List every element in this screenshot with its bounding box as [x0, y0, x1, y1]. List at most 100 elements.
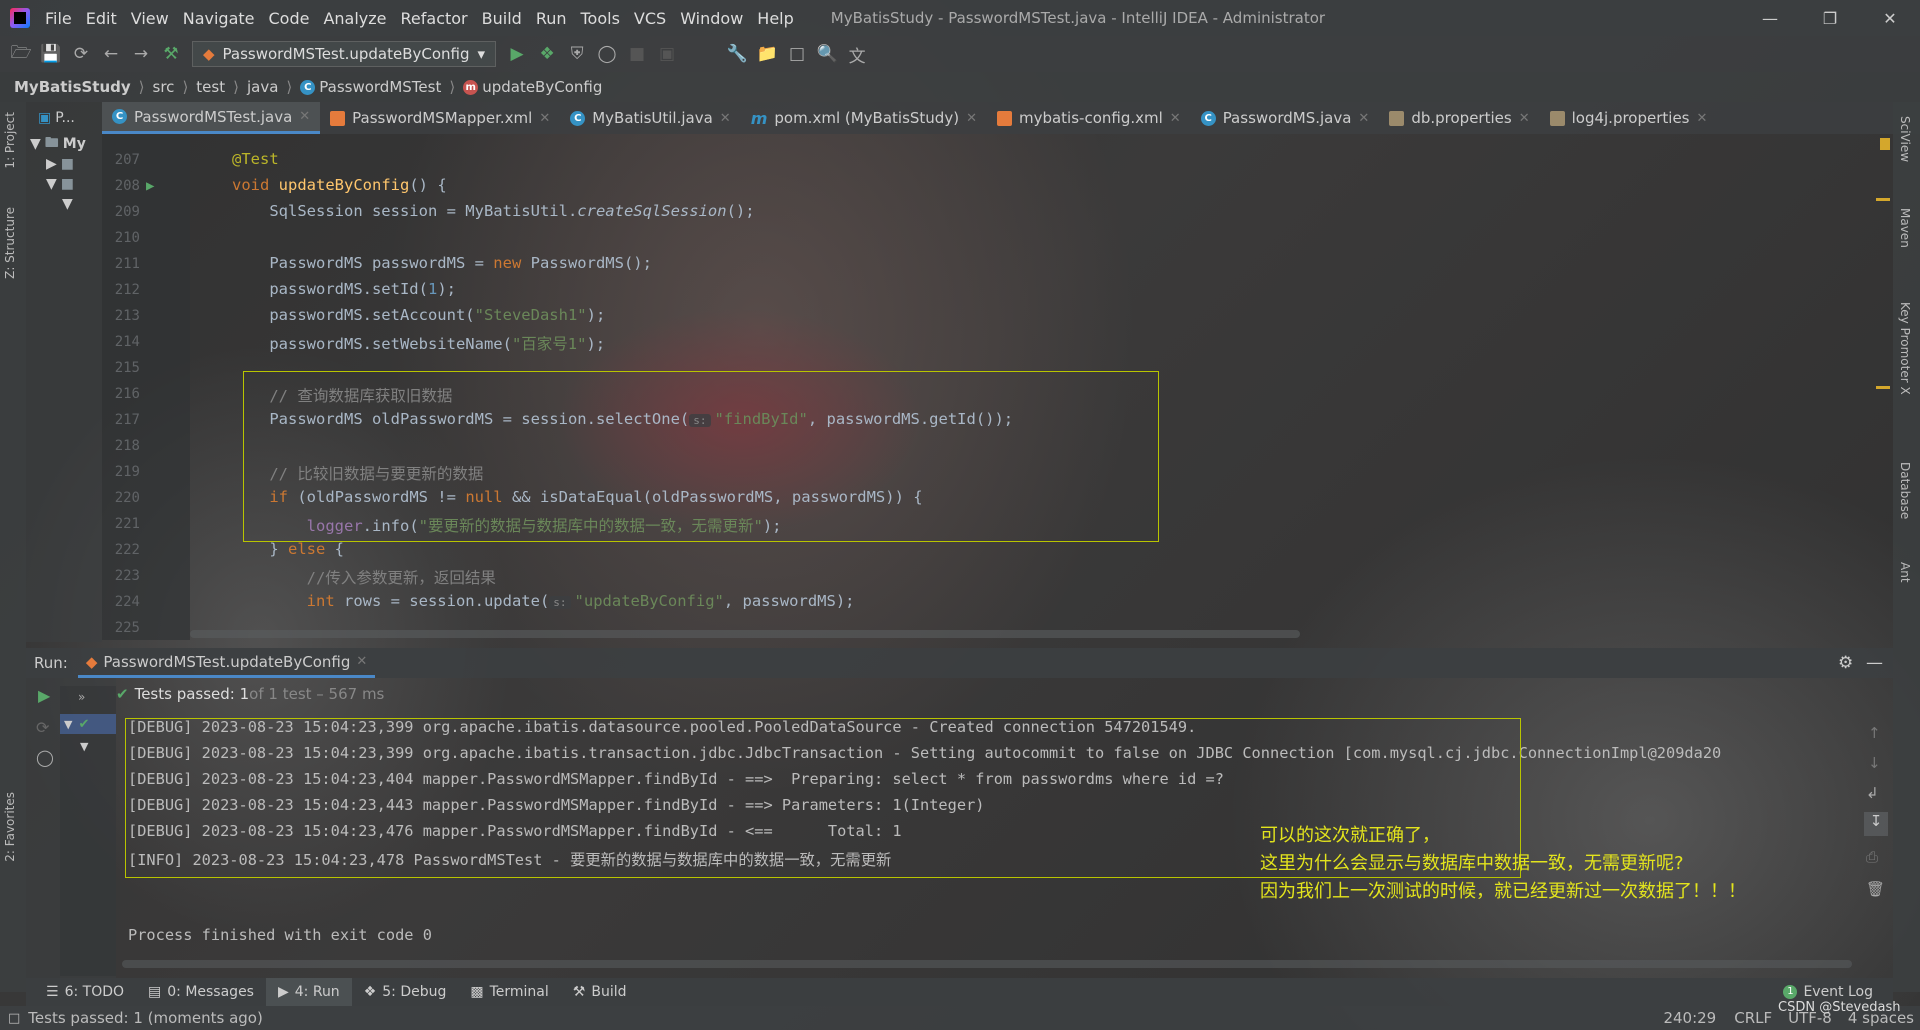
tab-build[interactable]: ⚒ Build [561, 984, 639, 1000]
tab-mybatis-config[interactable]: mybatis-config.xml ✕ [987, 102, 1191, 134]
breadcrumb-src[interactable]: src [153, 78, 175, 96]
horizontal-scrollbar[interactable] [190, 630, 1300, 638]
minimize-icon[interactable]: — [1740, 0, 1800, 36]
tab-db-properties[interactable]: db.properties ✕ [1379, 102, 1539, 134]
tab-passwordmsmapper-xml[interactable]: PasswordMSMapper.xml ✕ [320, 102, 560, 134]
key-promoter-tool-tab[interactable]: Key Promoter X [1898, 302, 1912, 395]
stop-icon[interactable]: ■ [622, 39, 652, 69]
test-tree-root[interactable]: ▼ ✔ [60, 714, 116, 734]
tree-root[interactable]: ▼ 🖿 My [26, 134, 102, 154]
profile-icon[interactable]: ◯ [592, 39, 622, 69]
translate-icon[interactable]: 文 [842, 39, 872, 69]
up-arrow-icon[interactable]: ↑ [1868, 724, 1881, 742]
breadcrumb-test[interactable]: test [196, 78, 225, 96]
favorites-tool-tab[interactable]: 2: Favorites [3, 792, 17, 862]
sciview-tool-tab[interactable]: SciView [1898, 116, 1912, 162]
tab-passwordms[interactable]: C PasswordMS.java ✕ [1191, 102, 1380, 134]
error-stripe-mark[interactable] [1876, 198, 1890, 201]
attach-icon[interactable]: ▣ [652, 39, 682, 69]
print-icon[interactable]: ⎙ [1866, 848, 1878, 866]
line-separator[interactable]: CRLF [1734, 1009, 1772, 1027]
project-tool-tab[interactable]: 1: Project [3, 112, 17, 169]
settings-wrench-icon[interactable]: 🔧 [722, 39, 752, 69]
tree-item[interactable]: ▼ ■ [26, 174, 102, 194]
project-panel-header[interactable]: ▣ P... [26, 102, 102, 134]
toggle-panels-icon[interactable]: □ [8, 1011, 20, 1026]
down-arrow-icon[interactable]: ↓ [1868, 754, 1881, 772]
search-icon[interactable]: 🔍 [812, 39, 842, 69]
forward-icon[interactable]: → [126, 39, 156, 69]
breadcrumb-java[interactable]: java [247, 78, 278, 96]
back-icon[interactable]: ← [96, 39, 126, 69]
maven-tool-tab[interactable]: Maven [1898, 208, 1912, 248]
chevron-down-icon[interactable]: ▼ [80, 740, 88, 753]
sync-icon[interactable]: ⟳ [66, 39, 96, 69]
save-icon[interactable]: 💾 [36, 39, 66, 69]
run-icon[interactable]: ▶ [502, 39, 532, 69]
close-icon[interactable]: ✕ [1860, 0, 1920, 36]
run-configuration-select[interactable]: ◆ PasswordMSTest.updateByConfig ▾ [192, 41, 497, 67]
tab-messages[interactable]: ▤ 0: Messages [136, 984, 266, 1000]
rerun-icon[interactable]: ▶ [38, 686, 50, 705]
breadcrumb-method[interactable]: m updateByConfig [463, 78, 602, 96]
rerun-failed-icon[interactable]: ⟳ [36, 718, 49, 737]
run-tab[interactable]: ◆ PasswordMSTest.updateByConfig ✕ [77, 648, 376, 678]
menu-run[interactable]: Run [529, 9, 574, 28]
build-hammer-icon[interactable]: ⚒ [156, 39, 186, 69]
caret-position[interactable]: 240:29 [1663, 1009, 1716, 1027]
terminal-window-icon[interactable]: □ [782, 39, 812, 69]
breadcrumb-project[interactable]: MyBatisStudy [14, 78, 131, 96]
tab-log4j-properties[interactable]: log4j.properties ✕ [1540, 102, 1718, 134]
menu-analyze[interactable]: Analyze [316, 9, 393, 28]
close-icon[interactable]: ✕ [1519, 111, 1530, 126]
restore-icon[interactable]: ❐ [1800, 0, 1860, 36]
event-log-button[interactable]: 1 Event Log [1771, 984, 1885, 1000]
tab-run[interactable]: ▶ 4: Run [265, 978, 352, 1006]
close-icon[interactable]: ✕ [1170, 111, 1181, 126]
soft-wrap-icon[interactable]: ↲ [1866, 784, 1879, 802]
menu-file[interactable]: File [38, 9, 79, 28]
close-icon[interactable]: ✕ [539, 111, 550, 126]
menu-edit[interactable]: Edit [79, 9, 124, 28]
trash-icon[interactable]: 🗑 [1866, 880, 1885, 898]
project-structure-icon[interactable]: 📁 [752, 39, 782, 69]
tree-item[interactable]: ▶ ■ [26, 154, 102, 174]
run-test-gutter-icon[interactable]: ▶ [146, 178, 154, 194]
tab-debug[interactable]: ❖ 5: Debug [352, 984, 459, 1000]
expand-icon[interactable]: » [78, 690, 85, 704]
tab-mybatisutil[interactable]: C MyBatisUtil.java ✕ [560, 102, 740, 134]
ant-tool-tab[interactable]: Ant [1898, 562, 1912, 583]
gear-icon[interactable]: ⚙ [1838, 653, 1853, 673]
open-folder-icon[interactable]: 🗁 [6, 39, 36, 69]
warning-marker[interactable] [1880, 138, 1890, 150]
menu-window[interactable]: Window [673, 9, 750, 28]
menu-vcs[interactable]: VCS [627, 9, 673, 28]
close-icon[interactable]: ✕ [1696, 111, 1707, 126]
menu-help[interactable]: Help [750, 9, 800, 28]
menu-view[interactable]: View [124, 9, 176, 28]
close-icon[interactable]: ✕ [966, 111, 977, 126]
close-icon[interactable]: ✕ [299, 109, 310, 124]
toggle-tests-icon[interactable]: ◯ [36, 748, 54, 767]
menu-build[interactable]: Build [475, 9, 529, 28]
close-icon[interactable]: ✕ [356, 654, 367, 669]
breadcrumb-class[interactable]: C PasswordMSTest [300, 78, 441, 96]
tab-passwordmstest[interactable]: C PasswordMSTest.java ✕ [102, 102, 321, 134]
close-icon[interactable]: ✕ [720, 111, 731, 126]
tab-todo[interactable]: ☰ 6: TODO [34, 984, 136, 1000]
hide-panel-icon[interactable]: — [1866, 653, 1883, 673]
scroll-to-end-icon[interactable]: ↧ [1864, 812, 1888, 836]
debug-icon[interactable]: ❖ [532, 39, 562, 69]
menu-tools[interactable]: Tools [574, 9, 627, 28]
console-horizontal-scrollbar[interactable] [122, 960, 1852, 968]
menu-navigate[interactable]: Navigate [176, 9, 262, 28]
coverage-icon[interactable]: ⛨ [562, 39, 592, 69]
tab-terminal[interactable]: ▩ Terminal [458, 984, 560, 1000]
error-stripe-mark[interactable] [1876, 386, 1890, 389]
database-tool-tab[interactable]: Database [1898, 462, 1912, 519]
tree-item[interactable]: ▼ [26, 194, 102, 214]
menu-code[interactable]: Code [262, 9, 317, 28]
structure-tool-tab[interactable]: Z: Structure [3, 207, 17, 279]
close-icon[interactable]: ✕ [1358, 111, 1369, 126]
menu-refactor[interactable]: Refactor [394, 9, 475, 28]
